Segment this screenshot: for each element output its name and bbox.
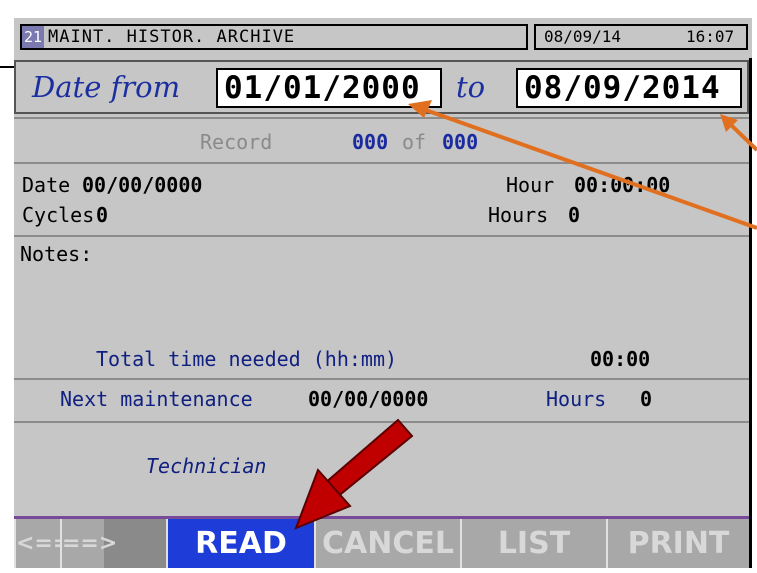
next-record-button[interactable]: ==> bbox=[60, 519, 117, 568]
read-button[interactable]: READ bbox=[166, 519, 314, 568]
cycles-label: Cycles bbox=[22, 203, 95, 227]
divider bbox=[14, 235, 749, 237]
notes-area[interactable] bbox=[14, 268, 749, 338]
record-of-label: of bbox=[402, 130, 427, 154]
title-bar: 21 MAINT. HISTOR. ARCHIVE 08/09/14 16:07 bbox=[14, 18, 752, 58]
top-left-rule bbox=[0, 66, 14, 68]
hour-value: 00:00:00 bbox=[574, 173, 671, 197]
date-range-row: Date from 01/01/2000 to 08/09/2014 bbox=[14, 60, 749, 114]
softkey-bar: <== ==> READ CANCEL LIST PRINT bbox=[14, 519, 749, 568]
total-time-value: 00:00 bbox=[590, 347, 651, 371]
hours-label: Hours bbox=[488, 203, 549, 227]
hour-label: Hour bbox=[506, 173, 555, 197]
date-label: Date bbox=[22, 173, 71, 197]
next-maintenance-label: Next maintenance bbox=[60, 387, 253, 411]
record-label: Record bbox=[200, 130, 273, 154]
total-time-label: Total time needed (hh:mm) bbox=[96, 347, 398, 371]
date-value: 00/00/0000 bbox=[82, 173, 203, 197]
divider bbox=[14, 421, 749, 423]
screen-title: MAINT. HISTOR. ARCHIVE bbox=[48, 27, 296, 47]
date-to-input[interactable]: 08/09/2014 bbox=[516, 68, 742, 108]
screen-title-box: 21 MAINT. HISTOR. ARCHIVE bbox=[20, 24, 528, 50]
next-hours-label: Hours bbox=[546, 387, 607, 411]
technician-label: Technician bbox=[146, 454, 267, 478]
next-hours-value: 0 bbox=[640, 387, 653, 411]
datetime-box: 08/09/14 16:07 bbox=[534, 24, 748, 50]
cancel-button[interactable]: CANCEL bbox=[314, 519, 460, 568]
cycles-value: 0 bbox=[96, 203, 109, 227]
record-total: 000 bbox=[442, 130, 479, 154]
date-from-input[interactable]: 01/01/2000 bbox=[216, 68, 442, 108]
divider bbox=[14, 162, 749, 164]
current-time: 16:07 bbox=[686, 27, 735, 46]
date-from-label: Date from bbox=[32, 70, 181, 104]
notes-label: Notes: bbox=[20, 242, 93, 266]
print-button[interactable]: PRINT bbox=[606, 519, 749, 568]
divider bbox=[14, 378, 749, 380]
date-to-label: to bbox=[456, 70, 486, 104]
current-date: 08/09/14 bbox=[544, 27, 622, 46]
hours-value: 0 bbox=[568, 203, 581, 227]
technician-field[interactable] bbox=[330, 446, 740, 486]
divider bbox=[14, 117, 749, 119]
list-button[interactable]: LIST bbox=[460, 519, 606, 568]
next-maintenance-value: 00/00/0000 bbox=[308, 387, 429, 411]
record-current: 000 bbox=[352, 130, 389, 154]
screen-number-badge: 21 bbox=[22, 26, 45, 48]
prev-record-button[interactable]: <== bbox=[14, 519, 71, 568]
